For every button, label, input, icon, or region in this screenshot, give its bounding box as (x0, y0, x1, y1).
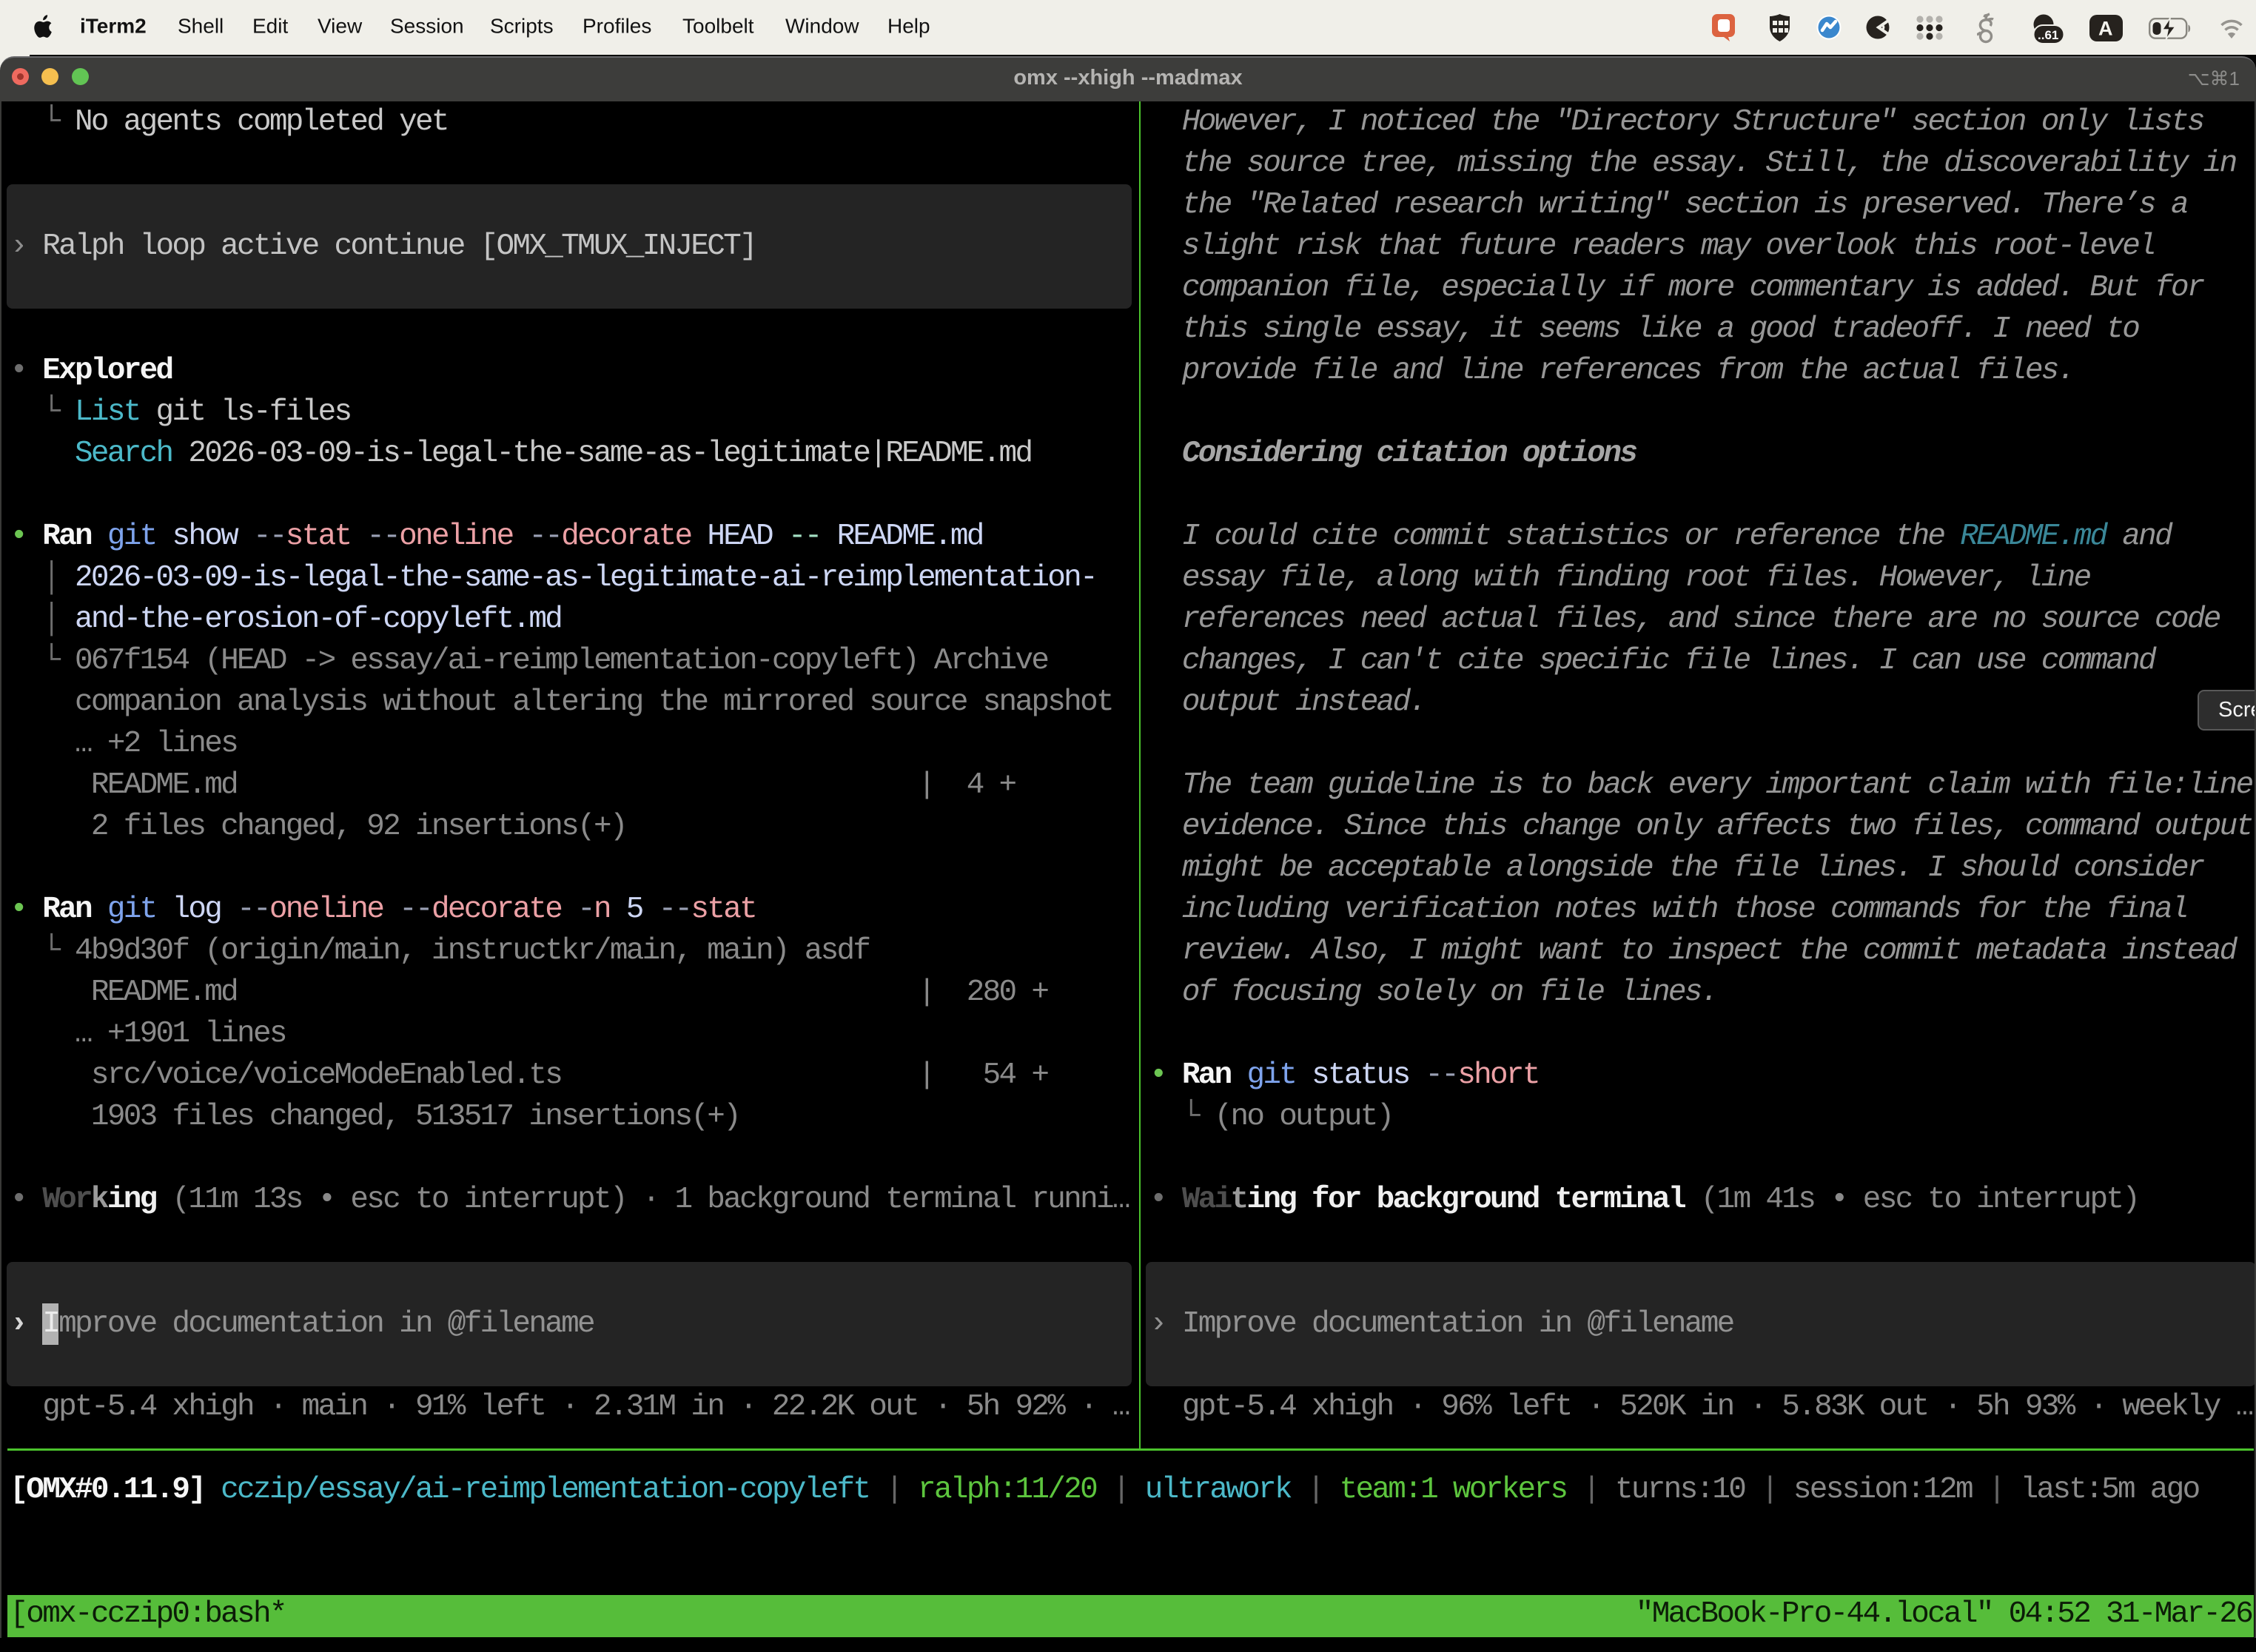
svg-text:..61: ..61 (2038, 28, 2058, 42)
svg-text:A: A (2098, 18, 2113, 40)
